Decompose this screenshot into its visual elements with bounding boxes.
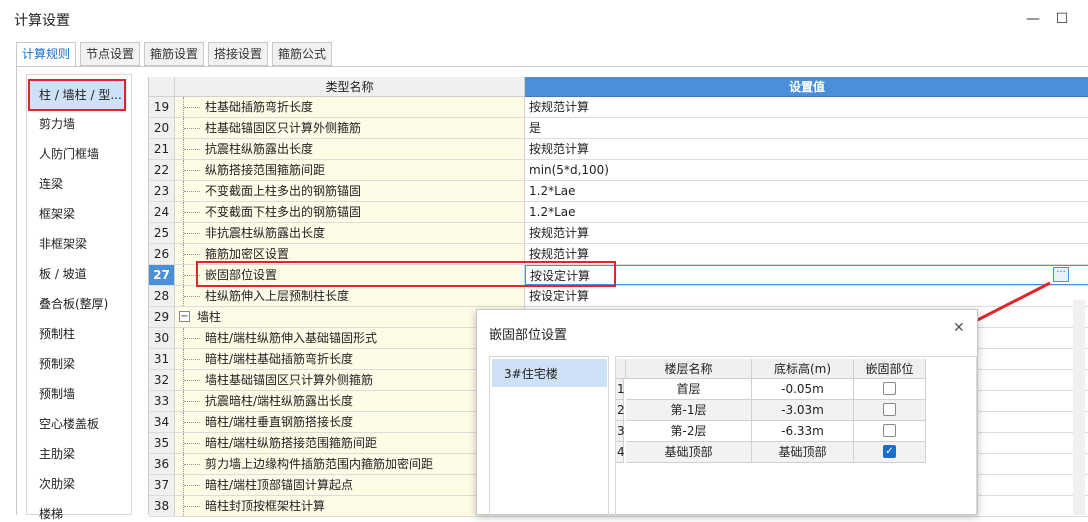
list-item[interactable]: 非框架梁 <box>39 235 87 252</box>
list-item[interactable]: 主肋梁 <box>39 445 75 462</box>
title-bar: 计算设置 — ☐ <box>0 0 1088 40</box>
component-list: 柱 / 墙柱 / 型... 剪力墙 人防门框墙 连梁 框架梁 非框架梁 板 / … <box>26 74 132 521</box>
list-item[interactable]: 次肋梁 <box>39 475 75 492</box>
embed-checkbox[interactable] <box>883 424 896 437</box>
tab-stirrup-formula[interactable]: 箍筋公式 <box>272 42 332 66</box>
list-item[interactable]: 预制柱 <box>39 325 75 342</box>
window-title: 计算设置 <box>14 13 70 29</box>
list-item[interactable]: 预制墙 <box>39 385 75 402</box>
table-row[interactable]: 19 柱基础插筋弯折长度 按规范计算 <box>149 97 1088 118</box>
tab-stirrup-settings[interactable]: 箍筋设置 <box>144 42 204 66</box>
list-item[interactable]: 剪力墙 <box>39 115 75 132</box>
header-bottom-elevation: 底标高(m) <box>752 359 854 379</box>
table-row[interactable]: 28 柱纵筋伸入上层预制柱长度 按设定计算 <box>149 286 1088 307</box>
list-item[interactable]: 空心楼盖板 <box>39 415 99 432</box>
table-row[interactable]: 20 柱基础锚固区只计算外侧箍筋 是 <box>149 118 1088 139</box>
table-row[interactable]: 25 非抗震柱纵筋露出长度 按规范计算 <box>149 223 1088 244</box>
embed-checkbox-checked[interactable]: ✓ <box>883 445 896 458</box>
close-icon[interactable]: ✕ <box>953 320 965 336</box>
embed-position-dialog: 嵌固部位设置 ✕ 3#住宅楼 楼层名称 底标高(m) 嵌固部位 1 首层 -0.… <box>476 309 978 516</box>
table-row[interactable]: 21 抗震柱纵筋露出长度 按规范计算 <box>149 139 1088 160</box>
floor-grid: 楼层名称 底标高(m) 嵌固部位 1 首层 -0.05m 2 第-1层 -3.0… <box>615 356 977 516</box>
table-row[interactable]: 4 基础顶部 基础顶部 ✓ <box>616 442 928 463</box>
table-row[interactable]: 22 纵筋搭接范围箍筋间距 min(5*d,100) <box>149 160 1088 181</box>
table-row[interactable]: 1 首层 -0.05m <box>616 379 928 400</box>
collapse-icon[interactable]: − <box>179 311 190 322</box>
tab-node-settings[interactable]: 节点设置 <box>80 42 140 66</box>
header-setting-value: 设置值 <box>525 77 1088 97</box>
table-row[interactable]: 24 不变截面下柱多出的钢筋锚固 1.2*Lae <box>149 202 1088 223</box>
list-item[interactable]: 板 / 坡道 <box>39 265 87 282</box>
building-list: 3#住宅楼 <box>489 356 609 516</box>
header-index <box>616 359 626 379</box>
list-item[interactable]: 连梁 <box>39 175 63 192</box>
list-item[interactable]: 人防门框墙 <box>39 145 99 162</box>
more-options-button[interactable]: ··· <box>1053 267 1069 282</box>
tab-lap-settings[interactable]: 搭接设置 <box>208 42 268 66</box>
dialog-title: 嵌固部位设置 <box>489 328 568 343</box>
table-row[interactable]: 23 不变截面上柱多出的钢筋锚固 1.2*Lae <box>149 181 1088 202</box>
table-row[interactable]: 2 第-1层 -3.03m <box>616 400 928 421</box>
embed-checkbox[interactable] <box>883 382 896 395</box>
vertical-scrollbar[interactable] <box>1073 300 1085 515</box>
tab-calc-rules[interactable]: 计算规则 <box>16 42 76 67</box>
list-item[interactable]: 预制梁 <box>39 355 75 372</box>
header-floor-name: 楼层名称 <box>626 359 752 379</box>
highlight-box-list-item <box>28 79 126 111</box>
minimize-icon[interactable]: — <box>1022 8 1044 30</box>
header-index <box>149 77 175 97</box>
list-item[interactable]: 楼梯 <box>39 505 63 522</box>
list-item[interactable]: 叠合板(整厚) <box>39 295 108 312</box>
header-type-name: 类型名称 <box>175 77 525 97</box>
embed-checkbox[interactable] <box>883 403 896 416</box>
header-embed-position: 嵌固部位 <box>854 359 926 379</box>
highlight-box-row <box>196 261 616 287</box>
table-row[interactable]: 3 第-2层 -6.33m <box>616 421 928 442</box>
building-item[interactable]: 3#住宅楼 <box>492 359 607 387</box>
maximize-icon[interactable]: ☐ <box>1051 8 1073 30</box>
list-item[interactable]: 框架梁 <box>39 205 75 222</box>
